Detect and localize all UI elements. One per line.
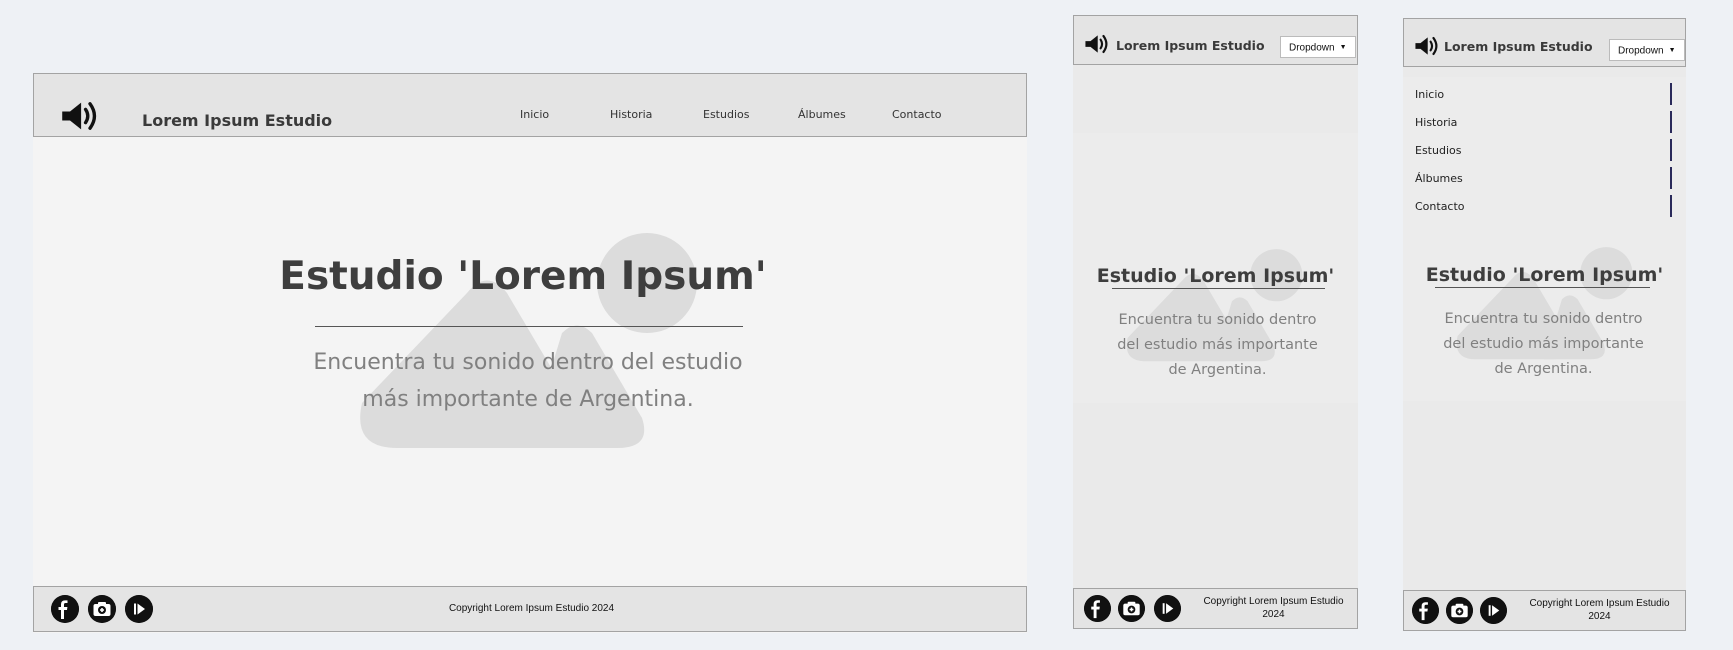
hero: Estudio 'Lorem Ipsum' Encuentra tu sonid… — [33, 137, 1027, 585]
nav-contacto[interactable]: Contacto — [892, 108, 942, 121]
desktop-footer: Copyright Lorem Ipsum Estudio 2024 — [33, 586, 1027, 632]
play-icon[interactable] — [125, 595, 153, 623]
mobile-footer: Copyright Lorem Ipsum Estudio 2024 — [1073, 588, 1358, 629]
menu-item-indicator — [1670, 167, 1672, 189]
desktop-header: Lorem Ipsum Estudio Inicio Historia Estu… — [33, 73, 1027, 137]
caret-down-icon: ▼ — [1339, 44, 1347, 51]
menu-item-inicio[interactable]: Inicio — [1415, 82, 1672, 108]
nav-historia[interactable]: Historia — [610, 108, 652, 121]
menu-item-label: Estudios — [1415, 144, 1462, 157]
nav-estudios[interactable]: Estudios — [703, 108, 749, 121]
hero-divider — [1435, 287, 1650, 288]
speaker-icon[interactable] — [60, 97, 100, 135]
facebook-icon[interactable] — [1084, 595, 1111, 622]
menu-item-label: Historia — [1415, 116, 1458, 129]
copyright-text: Copyright Lorem Ipsum Estudio 2024 — [1529, 598, 1670, 622]
nav-inicio[interactable]: Inicio — [520, 108, 549, 121]
hero-divider — [1112, 288, 1325, 289]
hero-title: Estudio 'Lorem Ipsum' — [279, 254, 767, 299]
facebook-icon[interactable] — [1412, 597, 1439, 624]
mobile-footer: Copyright Lorem Ipsum Estudio 2024 — [1403, 590, 1686, 631]
menu-item-label: Álbumes — [1415, 172, 1463, 185]
hero-subtitle: Encuentra tu sonido dentro del estudio m… — [1117, 312, 1318, 378]
brand-name[interactable]: Lorem Ipsum Estudio — [1116, 38, 1265, 53]
brand-name[interactable]: Lorem Ipsum Estudio — [142, 111, 332, 130]
play-icon[interactable] — [1480, 597, 1507, 624]
menu-item-estudios[interactable]: Estudios — [1415, 138, 1672, 164]
facebook-icon[interactable] — [51, 595, 79, 623]
copyright-text: Copyright Lorem Ipsum Estudio 2024 — [1203, 596, 1344, 620]
hero-title: Estudio 'Lorem Ipsum' — [1096, 265, 1335, 287]
dropdown-button[interactable]: Dropdown ▼ — [1609, 39, 1685, 61]
menu-item-indicator — [1670, 83, 1672, 105]
copyright-text: Copyright Lorem Ipsum Estudio 2024 — [448, 603, 615, 614]
menu-item-albumes[interactable]: Álbumes — [1415, 166, 1672, 192]
dropdown-label: Dropdown — [1618, 45, 1664, 57]
menu-item-indicator — [1670, 111, 1672, 133]
mobile-header: Lorem Ipsum Estudio Dropdown ▼ — [1403, 18, 1686, 67]
desktop-frame: Lorem Ipsum Estudio Inicio Historia Estu… — [33, 73, 1027, 633]
brand-name[interactable]: Lorem Ipsum Estudio — [1444, 39, 1593, 54]
speaker-icon[interactable] — [1084, 32, 1110, 56]
hero: Estudio 'Lorem Ipsum' Encuentra tu sonid… — [1073, 65, 1358, 403]
menu-item-label: Inicio — [1415, 88, 1445, 101]
dropdown-button[interactable]: Dropdown ▼ — [1280, 36, 1356, 58]
nav-albumes[interactable]: Álbumes — [798, 108, 846, 121]
hero-title: Estudio 'Lorem Ipsum' — [1425, 264, 1664, 286]
camera-icon[interactable] — [88, 595, 116, 623]
speaker-icon[interactable] — [1414, 34, 1440, 58]
dropdown-menu: Inicio Historia Estudios Álbumes Contact… — [1403, 77, 1686, 227]
menu-item-historia[interactable]: Historia — [1415, 110, 1672, 136]
mobile-frame-expanded: Lorem Ipsum Estudio Dropdown ▼ Estudio 'L… — [1403, 18, 1686, 631]
menu-item-contacto[interactable]: Contacto — [1415, 194, 1672, 220]
mobile-header: Lorem Ipsum Estudio Dropdown ▼ — [1073, 15, 1358, 65]
play-icon[interactable] — [1154, 595, 1181, 622]
mobile-frame-collapsed: Lorem Ipsum Estudio Dropdown ▼ Estudio 'L… — [1073, 15, 1358, 629]
hero-subtitle: Encuentra tu sonido dentro del estudio m… — [313, 350, 743, 412]
camera-icon[interactable] — [1446, 597, 1473, 624]
hero-divider — [315, 326, 743, 327]
menu-item-label: Contacto — [1415, 200, 1465, 213]
camera-icon[interactable] — [1118, 595, 1145, 622]
menu-item-indicator — [1670, 195, 1672, 217]
hero-subtitle: Encuentra tu sonido dentro del estudio m… — [1443, 311, 1644, 377]
dropdown-label: Dropdown — [1289, 42, 1335, 54]
caret-down-icon: ▼ — [1668, 47, 1676, 54]
menu-item-indicator — [1670, 139, 1672, 161]
